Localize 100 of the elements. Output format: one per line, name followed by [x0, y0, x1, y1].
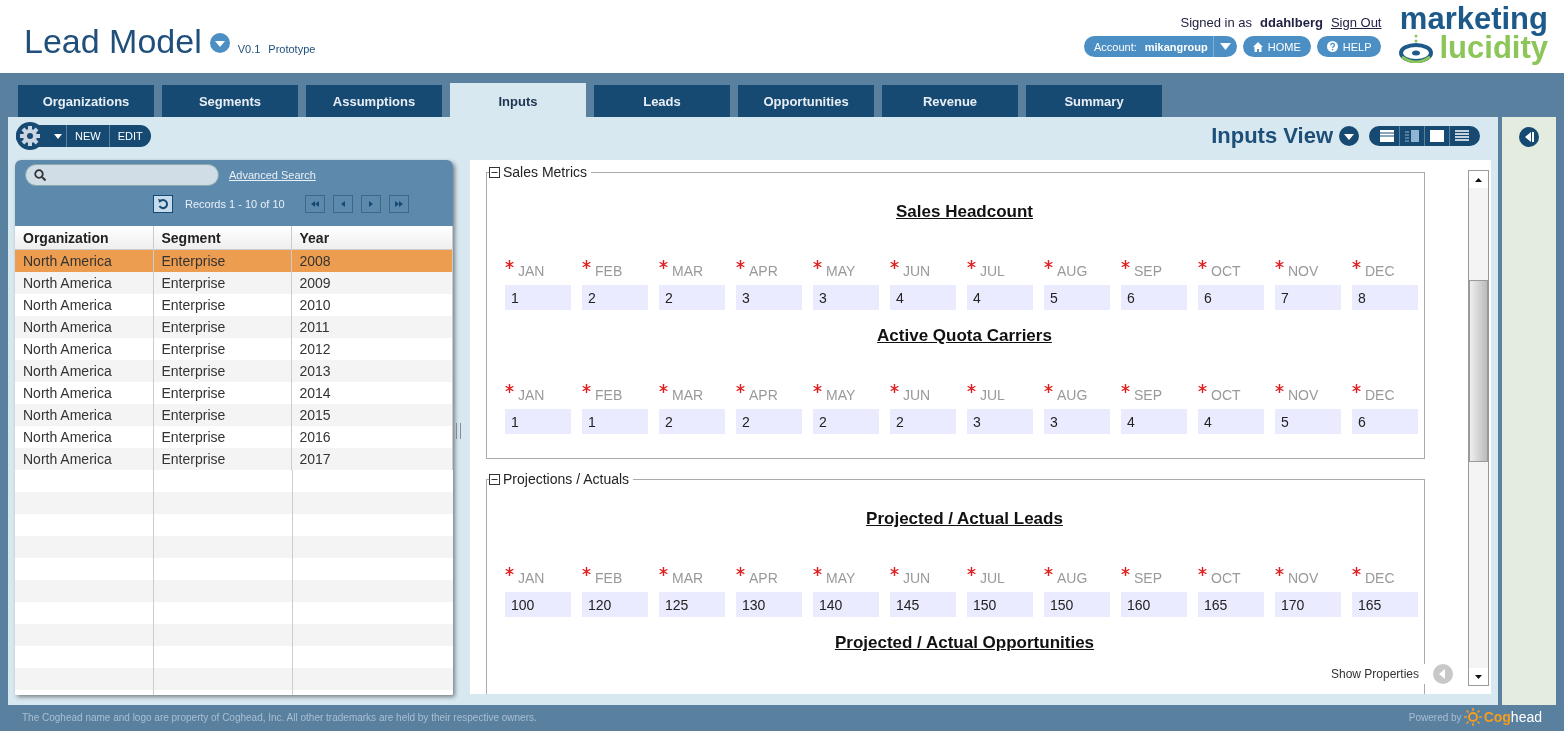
group-title: Sales Headcount — [896, 202, 1033, 221]
input-field[interactable]: 8 — [1352, 285, 1418, 310]
table-cell: North America — [15, 316, 153, 338]
table-cell: 2015 — [291, 404, 453, 426]
scroll-down-button[interactable] — [1469, 668, 1488, 685]
search-field[interactable] — [25, 164, 219, 186]
input-field[interactable]: 4 — [890, 285, 956, 310]
scrollbar[interactable] — [1468, 170, 1489, 686]
group-title: Active Quota Carriers — [877, 326, 1052, 345]
table-cell: Enterprise — [153, 272, 291, 294]
input-field[interactable]: 165 — [1352, 592, 1418, 617]
input-field[interactable]: 4 — [1121, 409, 1187, 434]
input-field[interactable]: 6 — [1198, 285, 1264, 310]
dropdown-caret-icon[interactable] — [209, 33, 230, 53]
scroll-up-button[interactable] — [1469, 171, 1488, 188]
collapse-icon[interactable] — [489, 166, 500, 178]
input-field[interactable]: 5 — [1275, 409, 1341, 434]
input-field[interactable]: 3 — [813, 285, 879, 310]
field-label: DEC — [1365, 387, 1395, 403]
input-field[interactable]: 170 — [1275, 592, 1341, 617]
column-header[interactable]: Organization — [15, 226, 153, 250]
input-field[interactable]: 2 — [890, 409, 956, 434]
field-label: AUG — [1057, 263, 1088, 279]
input-field[interactable]: 3 — [736, 285, 802, 310]
table-cell: North America — [15, 272, 153, 294]
field-label: JUL — [980, 263, 1005, 279]
field-label: MAR — [672, 263, 704, 279]
input-field[interactable]: 2 — [659, 285, 725, 310]
table-cell: Enterprise — [153, 249, 291, 272]
section-title: Projections / Actuals — [503, 471, 630, 487]
input-field[interactable]: 1 — [505, 285, 571, 310]
table-cell: 2008 — [291, 249, 453, 272]
field-label: JUN — [903, 387, 931, 403]
input-field[interactable]: 3 — [967, 409, 1033, 434]
help-icon — [1326, 41, 1338, 52]
input-field[interactable]: 150 — [967, 592, 1033, 617]
tab[interactable]: Summary — [1026, 85, 1162, 117]
input-field[interactable]: 4 — [1198, 409, 1264, 434]
table-cell: 2013 — [291, 360, 453, 382]
brand-logo: Coghead — [1483, 709, 1542, 725]
last-page-icon[interactable] — [388, 195, 409, 213]
field-label: APR — [749, 387, 778, 403]
input-field[interactable]: 140 — [813, 592, 879, 617]
column-header[interactable]: Segment — [153, 226, 291, 250]
input-field[interactable]: 120 — [582, 592, 648, 617]
field-label: MAR — [672, 570, 704, 586]
input-field[interactable]: 145 — [890, 592, 956, 617]
input-field[interactable]: 160 — [1121, 592, 1187, 617]
collapse-panel-icon[interactable] — [1519, 127, 1539, 147]
splitter-handle[interactable] — [456, 423, 461, 439]
input-field[interactable]: 7 — [1275, 285, 1341, 310]
input-field[interactable]: 2 — [582, 285, 648, 310]
input-field[interactable]: 165 — [1198, 592, 1264, 617]
first-page-icon[interactable] — [304, 195, 325, 213]
input-field[interactable]: 5 — [1044, 285, 1110, 310]
view-dropdown-icon[interactable] — [1339, 126, 1359, 146]
view-title: Inputs View — [1211, 123, 1333, 149]
input-field[interactable]: 125 — [659, 592, 725, 617]
input-field[interactable]: 1 — [505, 409, 571, 434]
sun-icon — [1463, 708, 1482, 726]
input-field[interactable]: 2 — [813, 409, 879, 434]
tab[interactable]: Organizations — [18, 85, 154, 117]
input-field[interactable]: 1 — [582, 409, 648, 434]
field-label: OCT — [1211, 263, 1241, 279]
field-label: MAY — [826, 570, 856, 586]
tab[interactable]: Revenue — [882, 85, 1018, 117]
tab[interactable]: Leads — [594, 85, 730, 117]
input-field[interactable]: 2 — [736, 409, 802, 434]
edit-button[interactable]: EDIT — [108, 125, 151, 147]
field-label: MAY — [826, 387, 856, 403]
refresh-icon[interactable] — [153, 195, 173, 213]
tab[interactable]: Opportunities — [738, 85, 874, 117]
search-icon — [34, 169, 46, 181]
stage-label: Prototype — [268, 43, 316, 55]
field-label: JUL — [980, 387, 1005, 403]
field-label: JAN — [518, 263, 545, 279]
collapse-icon[interactable] — [489, 473, 500, 485]
input-field[interactable]: 130 — [736, 592, 802, 617]
field-label: DEC — [1365, 570, 1395, 586]
field-label: NOV — [1288, 387, 1319, 403]
field-label: JUN — [903, 570, 931, 586]
tab[interactable]: Inputs — [450, 83, 586, 117]
input-field[interactable]: 3 — [1044, 409, 1110, 434]
tab[interactable]: Assumptions — [306, 85, 442, 117]
tab[interactable]: Segments — [162, 85, 298, 117]
field-label: FEB — [595, 263, 623, 279]
username: ddahlberg — [1260, 15, 1323, 30]
field-label: JAN — [518, 387, 545, 403]
input-field[interactable]: 2 — [659, 409, 725, 434]
input-field[interactable]: 150 — [1044, 592, 1110, 617]
input-field[interactable]: 6 — [1352, 409, 1418, 434]
table-cell: Enterprise — [153, 360, 291, 382]
new-button[interactable]: NEW — [66, 125, 109, 147]
input-field[interactable]: 100 — [505, 592, 571, 617]
sign-out-link[interactable]: Sign Out — [1330, 15, 1382, 30]
column-header[interactable]: Year — [291, 226, 453, 250]
input-field[interactable]: 4 — [967, 285, 1033, 310]
field-label: JUL — [980, 570, 1005, 586]
field-label: SEP — [1134, 387, 1162, 403]
input-field[interactable]: 6 — [1121, 285, 1187, 310]
